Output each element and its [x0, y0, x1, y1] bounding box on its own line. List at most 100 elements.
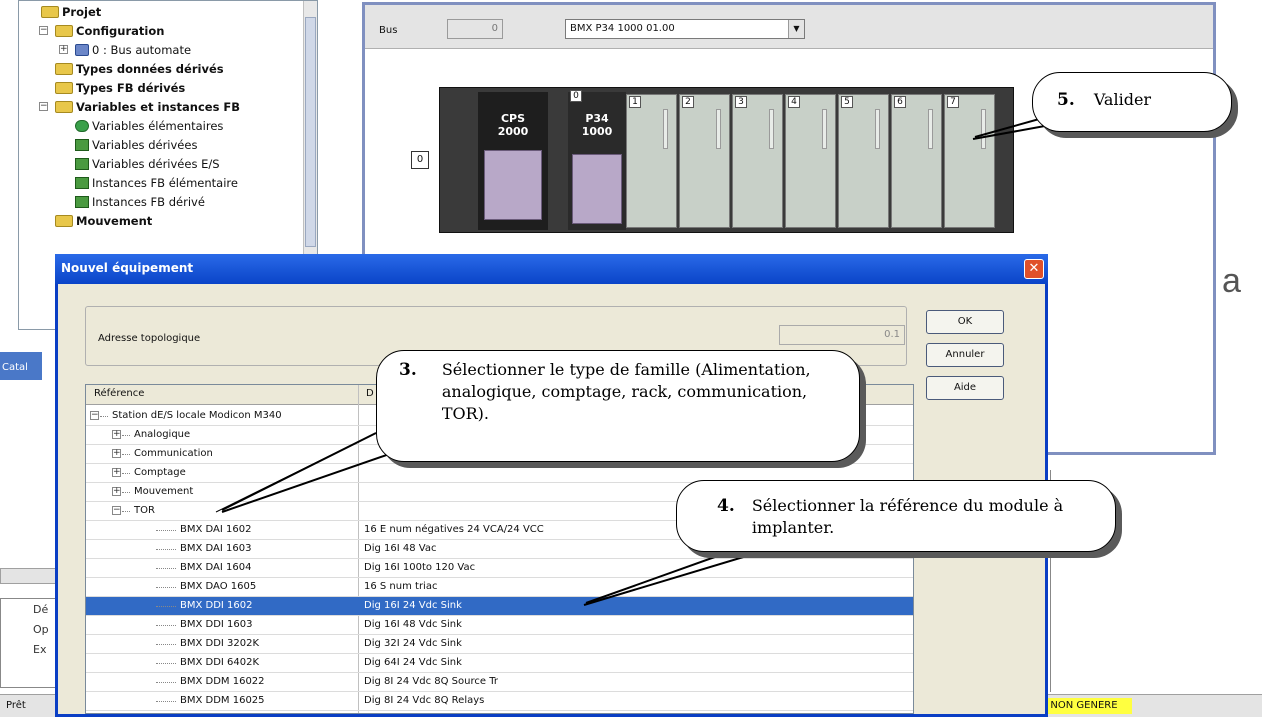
reference-cell: Comptage: [134, 467, 186, 478]
output-panel: Dé Op Ex: [0, 598, 60, 688]
reference-cell: BMX DDI 6402K: [180, 657, 260, 668]
callout-step3: 3. Sélectionner le type de famille (Alim…: [376, 350, 860, 462]
rack-address: 0: [411, 151, 429, 169]
rack-slot[interactable]: 5: [838, 94, 889, 228]
cpu-module[interactable]: 0 P34 1000: [568, 90, 626, 230]
rack-slot[interactable]: 7: [944, 94, 995, 228]
table-row[interactable]: BMX DAI 1604 Dig 16I 100to 120 Vac: [86, 559, 913, 578]
tree-item-label: Variables dérivées E/S: [92, 157, 220, 171]
background-text: a: [1222, 262, 1241, 300]
expand-icon[interactable]: +: [112, 449, 121, 458]
topology-address-field[interactable]: 0.1: [779, 325, 905, 345]
description-cell: Dig 16I 48 Vac: [364, 543, 437, 554]
description-cell: Dig 64I 24 Vdc Sink: [364, 657, 462, 668]
reference-cell: Station dE/S locale Modicon M340: [112, 410, 282, 421]
rack-slot[interactable]: 1: [626, 94, 677, 228]
rack-slot[interactable]: 3: [732, 94, 783, 228]
variable-icon: [75, 177, 89, 189]
tree-item-label: Configuration: [76, 24, 165, 38]
slot-number: 7: [947, 96, 959, 108]
slot-connector: [822, 109, 827, 149]
column-header-reference[interactable]: Référence: [94, 388, 144, 399]
tree-item[interactable]: Instances FB dérivé: [75, 193, 205, 211]
tree-item[interactable]: Configuration: [55, 22, 164, 40]
help-button[interactable]: Aide: [926, 376, 1004, 400]
callout-step3-text: Sélectionner le type de famille (Aliment…: [441, 360, 811, 423]
slot-number: 6: [894, 96, 906, 108]
rack-slot[interactable]: 2: [679, 94, 730, 228]
power-supply-line1: CPS: [500, 112, 526, 125]
tree-item[interactable]: Mouvement: [55, 212, 152, 230]
rack-slot[interactable]: 6: [891, 94, 942, 228]
tree-item[interactable]: Instances FB élémentaire: [75, 174, 238, 192]
slot-connector: [716, 109, 721, 149]
expand-icon[interactable]: +: [59, 45, 68, 54]
chevron-down-icon[interactable]: ▼: [788, 20, 804, 38]
ok-button[interactable]: OK: [926, 310, 1004, 334]
description-cell: 16 E num négatives 24 VCA/24 VCC: [364, 524, 544, 535]
tree-item[interactable]: Variables élémentaires: [75, 117, 223, 135]
table-row[interactable]: BMX DAO 1605 16 S num triac: [86, 578, 913, 597]
status-ready: Prêt: [6, 700, 26, 711]
callout-step4-number: 4.: [717, 496, 735, 516]
slot-number: 1: [629, 96, 641, 108]
reference-cell: BMX DDM 16022: [180, 676, 265, 687]
cancel-button[interactable]: Annuler: [926, 343, 1004, 367]
reference-cell: BMX DAO 1605: [180, 581, 257, 592]
tree-item[interactable]: Types données dérivés: [55, 60, 224, 78]
close-icon[interactable]: ✕: [1024, 259, 1044, 279]
callout-step4: 4. Sélectionner la référence du module à…: [676, 480, 1116, 552]
collapse-icon[interactable]: −: [39, 26, 48, 35]
description-cell: Dig 8I 24 Vdc 8Q Relays: [364, 695, 485, 706]
reference-cell: BMX DAI 1602: [180, 524, 252, 535]
table-row[interactable]: BMX DDM 16022 Dig 8I 24 Vdc 8Q Source Tr: [86, 673, 913, 692]
reference-cell: Mouvement: [134, 486, 194, 497]
table-row[interactable]: BMX DDI 1603 Dig 16I 48 Vdc Sink: [86, 616, 913, 635]
reference-cell: Analogique: [134, 429, 191, 440]
description-cell: 16 S num triac: [364, 581, 438, 592]
bus-number-field[interactable]: 0: [447, 19, 503, 39]
reference-cell: Communication: [134, 448, 213, 459]
dialog-title: Nouvel équipement: [61, 261, 194, 275]
horizontal-scrollbar[interactable]: [0, 568, 60, 584]
tree-scrollbar-thumb[interactable]: [305, 17, 316, 247]
tree-item[interactable]: Projet: [41, 3, 101, 21]
table-row[interactable]: BMX DDI 3202K Dig 32I 24 Vdc Sink: [86, 635, 913, 654]
table-row[interactable]: BMX DDI 6402K Dig 64I 24 Vdc Sink: [86, 654, 913, 673]
expand-icon[interactable]: +: [112, 430, 121, 439]
expand-icon[interactable]: +: [112, 468, 121, 477]
collapse-icon[interactable]: −: [39, 102, 48, 111]
tab-catalog[interactable]: Catal: [0, 352, 42, 380]
tree-item[interactable]: Types FB dérivés: [55, 79, 185, 97]
bus-select[interactable]: BMX P34 1000 01.00 ▼: [565, 19, 805, 39]
power-supply-module[interactable]: CPS 2000: [478, 92, 548, 230]
reference-cell: BMX DDI 1602: [180, 600, 253, 611]
tree-item-label: Types FB dérivés: [76, 81, 186, 95]
description-cell: Dig 8I 24 Vdc 8Q Source Tr: [364, 676, 498, 687]
expand-icon[interactable]: +: [112, 487, 121, 496]
tree-item[interactable]: Variables dérivées E/S: [75, 155, 220, 173]
collapse-icon[interactable]: −: [90, 411, 99, 420]
cpu-line2: 1000: [581, 125, 613, 138]
reference-cell: BMX DDI 1603: [180, 619, 253, 630]
tree-item[interactable]: Variables dérivées: [75, 136, 197, 154]
callout-step5-number: 5.: [1057, 90, 1075, 110]
reference-cell: BMX DDI 3202K: [180, 638, 260, 649]
slot-connector: [981, 109, 986, 149]
callout-step5: 5. Valider: [1032, 72, 1232, 132]
tree-item[interactable]: Variables et instances FB: [55, 98, 240, 116]
collapse-icon[interactable]: −: [112, 506, 121, 515]
cpu-line1: P34: [585, 112, 609, 125]
rack-slot[interactable]: 4: [785, 94, 836, 228]
topology-label: Adresse topologique: [98, 333, 201, 344]
description-cell: Dig 16I 48 Vdc Sink: [364, 619, 462, 630]
tree-item-label: Types données dérivés: [76, 62, 224, 76]
table-row[interactable]: BMX DDI 1602 Dig 16I 24 Vdc Sink: [86, 597, 913, 616]
column-header-description[interactable]: D: [366, 388, 374, 399]
folder-icon: [55, 25, 73, 37]
table-row[interactable]: BMX DDM 16025 Dig 8I 24 Vdc 8Q Relays: [86, 692, 913, 711]
tree-item-label: Mouvement: [76, 214, 153, 228]
tree-item[interactable]: 0 : Bus automate: [75, 41, 191, 59]
dialog-titlebar[interactable]: Nouvel équipement ✕: [55, 254, 1048, 284]
rack[interactable]: CPS 2000 0 P34 1000 1 2 3 4 5 6 7: [439, 87, 1014, 233]
